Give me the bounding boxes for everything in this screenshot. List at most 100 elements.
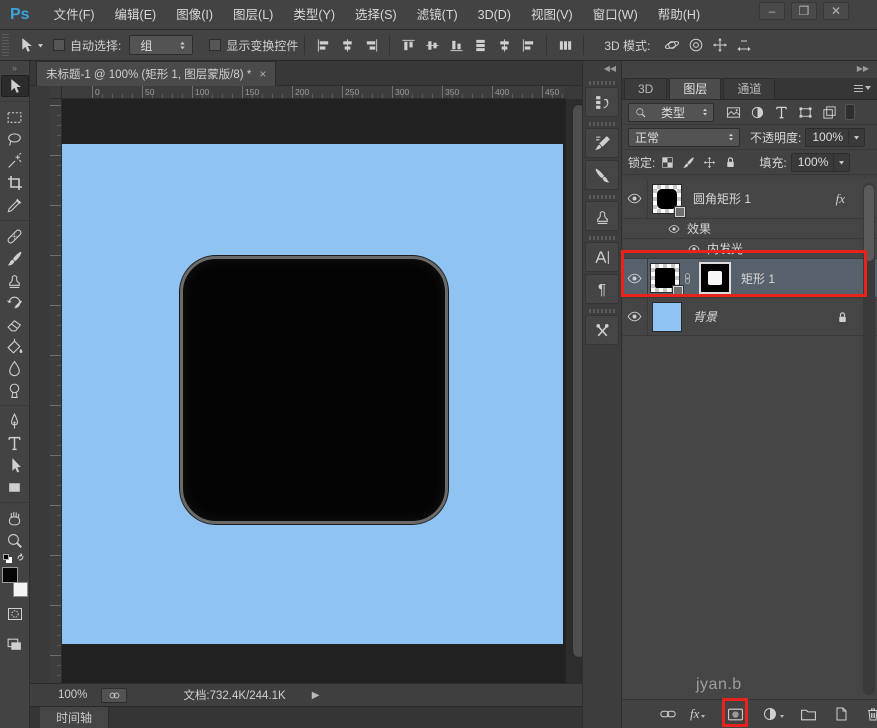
visibility-toggle[interactable] xyxy=(622,298,648,335)
status-flyout-arrow-icon[interactable]: ▶ xyxy=(312,690,320,701)
timeline-tab[interactable]: 时间轴 xyxy=(40,707,109,728)
panel-menu-icon[interactable] xyxy=(854,82,871,94)
magic-wand-tool[interactable] xyxy=(1,150,29,172)
options-bar-gripper[interactable] xyxy=(2,34,9,56)
align-bottom-edges-button[interactable] xyxy=(444,34,468,56)
brush-presets-panel-button[interactable] xyxy=(585,160,619,190)
tools-panel-gripper[interactable]: » xyxy=(0,61,29,75)
menu-window[interactable]: 窗口(W) xyxy=(583,0,648,30)
status-options-button[interactable] xyxy=(101,688,127,703)
layer-row-rounded-rectangle-1[interactable]: 圆角矩形 1 fx xyxy=(622,179,877,219)
healing-brush-tool[interactable] xyxy=(1,225,29,247)
layer-name[interactable]: 背景 xyxy=(693,308,717,325)
expand-panels-arrows-icon[interactable]: ▶▶ xyxy=(622,61,877,78)
filter-smart-objects-icon[interactable] xyxy=(822,105,837,120)
menu-image[interactable]: 图像(I) xyxy=(166,0,223,30)
delete-layer-button[interactable] xyxy=(865,706,877,722)
canvas-pasteboard[interactable] xyxy=(62,99,565,683)
filter-type-dropdown[interactable]: 类型 xyxy=(628,103,714,122)
layer-row-inner-glow[interactable]: 内发光 xyxy=(622,239,877,259)
brush-panel-button[interactable] xyxy=(585,128,619,158)
foreground-color-swatch[interactable] xyxy=(2,567,18,583)
new-adjustment-layer-button[interactable] xyxy=(762,706,784,722)
menu-edit[interactable]: 编辑(E) xyxy=(105,0,167,30)
layer-thumbnail[interactable] xyxy=(653,303,681,331)
lock-image-pixels-icon[interactable] xyxy=(682,156,695,169)
filter-pixel-layers-icon[interactable] xyxy=(726,105,741,120)
tab-layers[interactable]: 图层 xyxy=(669,78,721,99)
filter-type-layers-icon[interactable] xyxy=(774,105,789,120)
screen-mode-button[interactable] xyxy=(1,633,29,655)
visibility-toggle[interactable] xyxy=(622,259,648,297)
layer-list-scrollbar[interactable] xyxy=(863,183,875,695)
menu-filter[interactable]: 滤镜(T) xyxy=(407,0,468,30)
crop-tool[interactable] xyxy=(1,172,29,194)
document-canvas[interactable] xyxy=(62,144,563,644)
blend-mode-dropdown[interactable]: 正常 xyxy=(628,128,740,147)
quick-mask-mode-button[interactable] xyxy=(1,603,29,625)
menu-3d[interactable]: 3D(D) xyxy=(468,0,521,30)
menu-help[interactable]: 帮助(H) xyxy=(648,0,710,30)
tool-presets-panel-button[interactable] xyxy=(585,315,619,345)
layer-thumbnail[interactable] xyxy=(653,185,681,213)
layer-row-background[interactable]: 背景 xyxy=(622,298,877,336)
new-group-button[interactable] xyxy=(800,706,817,723)
layer-thumbnail[interactable] xyxy=(651,264,679,292)
layer-fx-badge[interactable]: fx xyxy=(836,191,845,207)
tab-3d[interactable]: 3D xyxy=(624,78,667,99)
minimize-button[interactable]: – xyxy=(759,2,785,20)
layer-style-fx-button[interactable]: fx xyxy=(690,706,705,722)
blur-tool[interactable] xyxy=(1,357,29,379)
eyedropper-tool[interactable] xyxy=(1,194,29,216)
paragraph-panel-button[interactable]: ¶ xyxy=(585,274,619,304)
3d-pan-button[interactable] xyxy=(708,34,732,56)
history-panel-button[interactable] xyxy=(585,87,619,117)
layer-mask-thumbnail[interactable] xyxy=(701,264,729,292)
document-tab[interactable]: 未标题-1 @ 100% (矩形 1, 图层蒙版/8) * × xyxy=(36,61,276,86)
zoom-tool[interactable] xyxy=(1,529,29,551)
lock-all-icon[interactable] xyxy=(724,156,737,169)
align-left-edges-button[interactable] xyxy=(311,34,335,56)
eraser-tool[interactable] xyxy=(1,313,29,335)
document-tab-close-icon[interactable]: × xyxy=(259,67,266,81)
lasso-tool[interactable] xyxy=(1,128,29,150)
rectangle-shape-tool[interactable] xyxy=(1,476,29,498)
current-tool-indicator[interactable] xyxy=(17,37,45,54)
filter-adjustment-layers-icon[interactable] xyxy=(750,105,765,120)
menu-select[interactable]: 选择(S) xyxy=(345,0,407,30)
collapse-panels-arrows-icon[interactable]: ◀◀ xyxy=(583,61,621,76)
menu-file[interactable]: 文件(F) xyxy=(44,0,105,30)
shape-rounded-rectangle[interactable] xyxy=(180,256,448,524)
swap-colors-icon[interactable] xyxy=(15,552,26,563)
layer-name[interactable]: 矩形 1 xyxy=(741,270,775,287)
type-tool[interactable] xyxy=(1,432,29,454)
pen-tool[interactable] xyxy=(1,410,29,432)
horizontal-ruler[interactable]: 050100150200250300350400450 xyxy=(62,86,565,99)
effects-label[interactable]: 效果 xyxy=(687,220,711,237)
history-brush-tool[interactable] xyxy=(1,291,29,313)
move-tool[interactable] xyxy=(1,75,29,97)
show-transform-checkbox[interactable] xyxy=(209,39,221,51)
marquee-tool[interactable] xyxy=(1,106,29,128)
inner-glow-visibility-eye-icon[interactable] xyxy=(688,243,700,255)
add-layer-mask-button[interactable] xyxy=(727,706,744,723)
paint-bucket-tool[interactable] xyxy=(1,335,29,357)
visibility-toggle[interactable] xyxy=(622,179,648,218)
filter-on-off-toggle[interactable] xyxy=(845,104,855,120)
menu-layer[interactable]: 图层(L) xyxy=(223,0,283,30)
new-layer-button[interactable] xyxy=(833,706,849,722)
hand-tool[interactable] xyxy=(1,507,29,529)
menu-type[interactable]: 类型(Y) xyxy=(283,0,345,30)
auto-select-checkbox[interactable] xyxy=(53,39,65,51)
3d-slide-button[interactable] xyxy=(732,34,756,56)
character-panel-button[interactable] xyxy=(585,242,619,272)
distribute-bottom-edges-button[interactable] xyxy=(516,34,540,56)
close-button[interactable]: ✕ xyxy=(823,2,849,20)
dodge-tool[interactable] xyxy=(1,379,29,401)
align-right-edges-button[interactable] xyxy=(359,34,383,56)
zoom-level-field[interactable]: 100% xyxy=(58,689,87,701)
align-horizontal-centers-button[interactable] xyxy=(335,34,359,56)
align-vertical-centers-button[interactable] xyxy=(420,34,444,56)
clone-source-panel-button[interactable] xyxy=(585,201,619,231)
canvas-vertical-scrollbar[interactable] xyxy=(565,99,582,683)
